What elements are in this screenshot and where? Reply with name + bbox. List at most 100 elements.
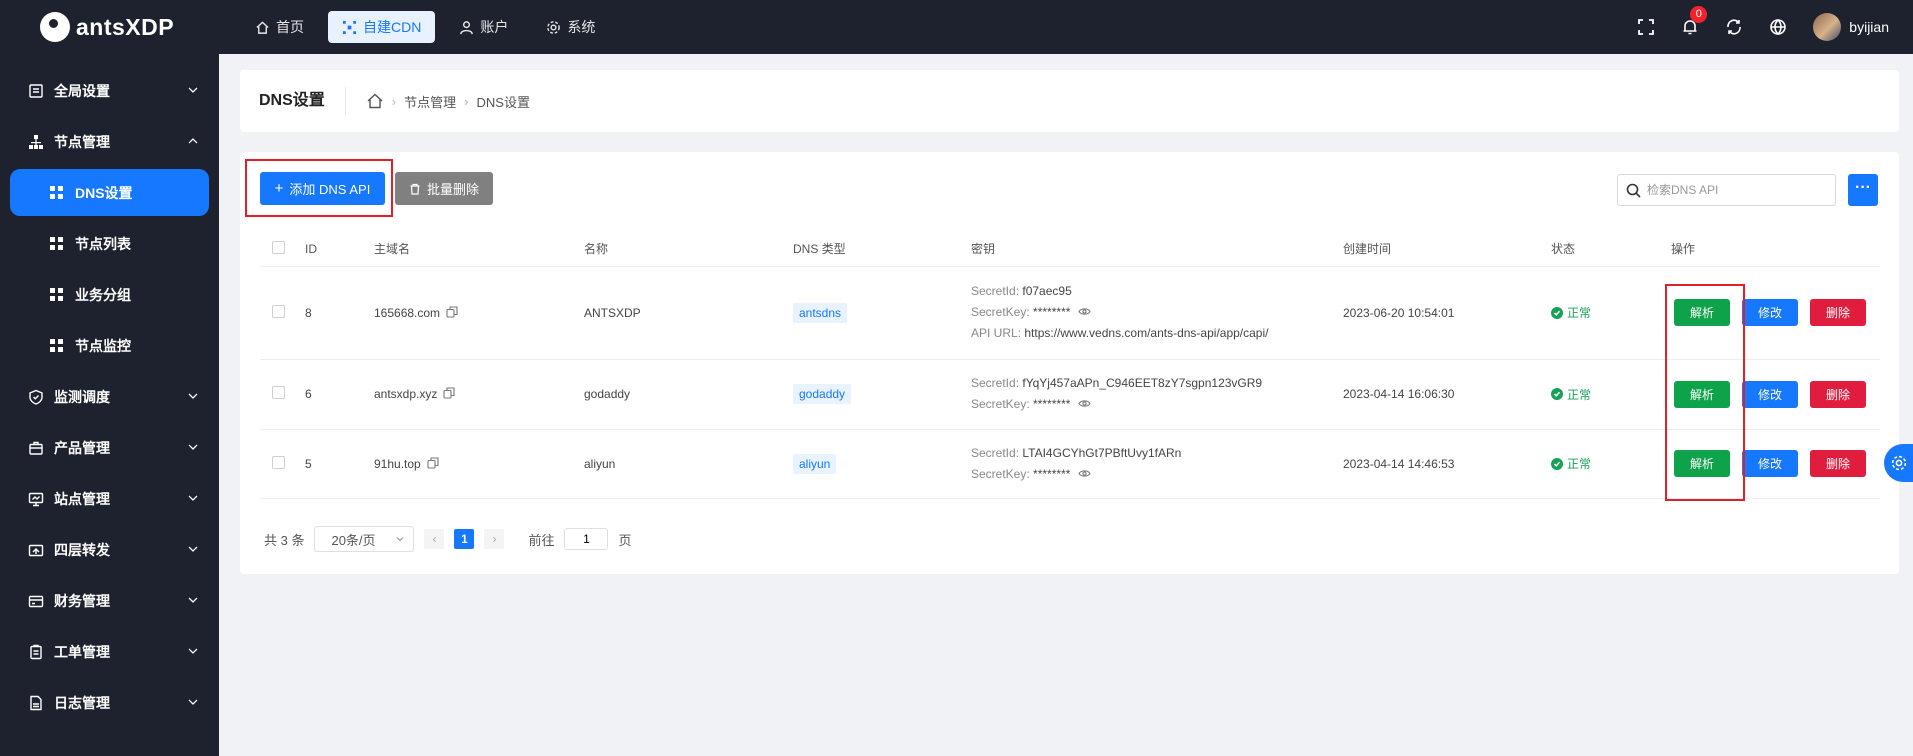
eye-icon[interactable] [1078, 305, 1092, 318]
status-text: 正常 [1567, 387, 1592, 402]
eye-icon[interactable] [1078, 467, 1092, 480]
sidebar-item-label: 工单管理 [54, 643, 110, 660]
globe-icon[interactable] [1769, 18, 1787, 36]
page-size-select[interactable]: 20条/页 [314, 526, 415, 552]
row-checkbox[interactable] [272, 304, 285, 318]
top-nav: 首页 自建CDN 账户 系统 [241, 11, 609, 43]
copy-icon[interactable] [446, 305, 458, 318]
next-page-button[interactable]: › [484, 529, 505, 549]
bell-icon[interactable]: 0 [1681, 6, 1708, 36]
dns-type-tag: godaddy [793, 384, 852, 404]
row-id: 5 [305, 429, 374, 499]
prev-page-button[interactable]: ‹ [424, 529, 445, 549]
add-dns-api-button[interactable]: + 添加 DNS API [260, 172, 385, 205]
row-name: aliyun [584, 429, 793, 499]
api-url-label: API URL: [971, 326, 1022, 340]
row-status-cell: 正常 [1551, 266, 1671, 360]
col-created: 创建时间 [1343, 232, 1551, 267]
batch-delete-button[interactable]: 批量删除 [395, 172, 493, 205]
sidebar-item-l4-forwarding[interactable]: 四层转发 [0, 524, 219, 575]
page-header: DNS设置 › 节点管理 › DNS设置 [240, 70, 1899, 132]
delete-button[interactable]: 删除 [1810, 450, 1866, 477]
sidebar-item-business-group[interactable]: 业务分组 [0, 269, 219, 320]
chevron-down-icon [188, 597, 198, 603]
more-options-button[interactable]: ··· [1848, 174, 1878, 206]
sidebar-item-log-management[interactable]: 日志管理 [0, 677, 219, 728]
sidebar-item-monitor-schedule[interactable]: 监测调度 [0, 371, 219, 422]
user-menu[interactable]: byijian [1813, 13, 1889, 41]
page-number-current[interactable]: 1 [454, 529, 475, 549]
table-row: 6 antsxdp.xyz godaddy godaddy SecretId: … [260, 359, 1880, 430]
secret-key-label: SecretKey: [971, 397, 1030, 411]
delete-button[interactable]: 删除 [1810, 380, 1866, 408]
chevron-down-icon [188, 495, 198, 501]
sidebar-item-node-list[interactable]: 节点列表 [0, 218, 219, 269]
sidebar-item-label: 节点列表 [75, 235, 131, 252]
fullscreen-icon[interactable] [1637, 18, 1655, 36]
status-badge: 正常 [1551, 455, 1671, 472]
sidebar-item-product-management[interactable]: 产品管理 [0, 422, 219, 473]
sidebar-item-label: 节点监控 [75, 337, 131, 354]
secret-key-value: ******** [1033, 466, 1071, 481]
status-badge: 正常 [1551, 386, 1671, 403]
secret-key-label: SecretKey: [971, 305, 1030, 319]
row-dns-type-cell: antsdns [793, 266, 971, 360]
notification-badge: 0 [1690, 6, 1708, 23]
domain-text: 91hu.top [374, 456, 421, 471]
table-header-row: ID 主域名 名称 DNS 类型 密钥 创建时间 状态 操作 [260, 232, 1880, 267]
sidebar-item-site-management[interactable]: 站点管理 [0, 473, 219, 524]
row-dns-type-cell: godaddy [793, 359, 971, 430]
refresh-icon[interactable] [1725, 18, 1743, 36]
status-badge: 正常 [1551, 304, 1671, 321]
search-input[interactable] [1647, 183, 1827, 197]
row-checkbox[interactable] [272, 455, 285, 469]
sidebar-item-ticket-management[interactable]: 工单管理 [0, 626, 219, 677]
row-status-cell: 正常 [1551, 359, 1671, 430]
row-name: godaddy [584, 359, 793, 430]
row-domain: 91hu.top [374, 429, 584, 499]
goto-page-input[interactable] [564, 528, 609, 550]
page-title: DNS设置 [259, 87, 346, 115]
pagination: 共 3 条 20条/页 ‹ 1 › 前往 页 [264, 526, 632, 552]
nav-system[interactable]: 系统 [532, 11, 609, 43]
row-domain: antsxdp.xyz [374, 359, 584, 430]
copy-icon[interactable] [443, 387, 455, 399]
top-right-tools: 0 byijian [1637, 6, 1913, 41]
edit-button[interactable]: 修改 [1742, 380, 1798, 408]
sidebar-item-global-settings[interactable]: 全局设置 [0, 65, 219, 116]
row-created: 2023-06-20 10:54:01 [1343, 266, 1551, 360]
nav-home[interactable]: 首页 [241, 11, 318, 43]
row-checkbox[interactable] [272, 386, 285, 399]
shield-icon [28, 389, 44, 405]
nav-account-label: 账户 [480, 19, 509, 35]
secret-id-value: fYqYj457aAPn_C946EET8zY7sgpn123vGR9 [1022, 376, 1263, 390]
col-status: 状态 [1551, 232, 1671, 267]
nav-home-label: 首页 [276, 19, 304, 35]
page-size-value: 20条/页 [331, 532, 376, 548]
plus-icon: + [274, 180, 284, 197]
breadcrumb-separator: › [391, 93, 397, 109]
edit-button[interactable]: 修改 [1742, 450, 1798, 477]
sidebar-item-label: 四层转发 [54, 541, 110, 558]
sidebar-item-label: 产品管理 [54, 439, 110, 456]
sidebar-item-node-management[interactable]: 节点管理 [0, 116, 219, 167]
col-id: ID [305, 232, 374, 267]
edit-button[interactable]: 修改 [1742, 299, 1798, 326]
breadcrumb-item-node-management[interactable]: 节点管理 [404, 92, 456, 111]
select-all-checkbox[interactable] [272, 240, 285, 254]
secret-id-label: SecretId: [971, 284, 1020, 298]
copy-icon[interactable] [427, 456, 439, 469]
sidebar-item-finance-management[interactable]: 财务管理 [0, 575, 219, 626]
sidebar-item-node-monitor[interactable]: 节点监控 [0, 320, 219, 371]
eye-icon[interactable] [1078, 397, 1092, 410]
home-icon[interactable] [366, 92, 384, 110]
chevron-down-icon [188, 699, 198, 705]
delete-button[interactable]: 删除 [1810, 299, 1866, 326]
nav-account[interactable]: 账户 [445, 11, 522, 43]
sidebar-item-dns-settings[interactable]: DNS设置 [10, 169, 209, 216]
nav-cdn[interactable]: 自建CDN [328, 11, 436, 43]
app-logo[interactable]: antsXDP [0, 12, 219, 42]
grid-icon [50, 288, 63, 301]
status-text: 正常 [1567, 306, 1592, 320]
check-circle-icon [1551, 457, 1563, 470]
